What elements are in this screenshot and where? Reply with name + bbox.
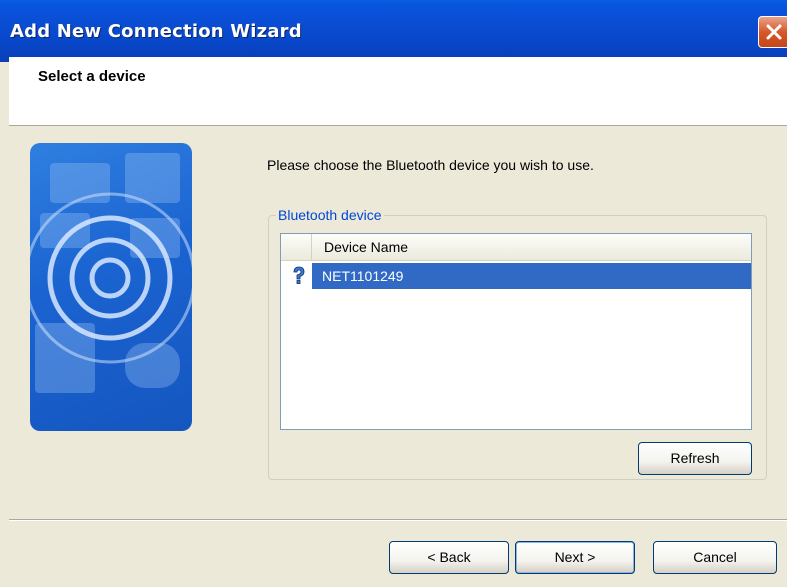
wizard-header: Select a device [9, 57, 787, 126]
next-button[interactable]: Next > [515, 541, 635, 574]
device-list[interactable]: Device Name NET1101249 [280, 233, 752, 430]
cancel-button[interactable]: Cancel [653, 541, 777, 574]
column-header-device-name[interactable]: Device Name [312, 234, 751, 260]
list-header: Device Name [281, 234, 751, 261]
title-bar[interactable]: Add New Connection Wizard [0, 0, 787, 62]
refresh-button[interactable]: Refresh [638, 442, 752, 475]
back-button[interactable]: < Back [389, 541, 509, 574]
page-title: Select a device [38, 68, 146, 85]
window-title: Add New Connection Wizard [10, 21, 302, 42]
close-button[interactable] [758, 16, 787, 48]
footer-divider [9, 519, 787, 521]
group-label: Bluetooth device [276, 207, 384, 223]
bluetooth-wizard-illustration [30, 143, 192, 431]
close-icon [766, 24, 782, 40]
unknown-device-icon [289, 266, 309, 286]
column-header-icon[interactable] [281, 234, 312, 260]
device-name: NET1101249 [312, 263, 751, 289]
instruction-text: Please choose the Bluetooth device you w… [267, 157, 594, 173]
list-item[interactable]: NET1101249 [281, 263, 751, 289]
